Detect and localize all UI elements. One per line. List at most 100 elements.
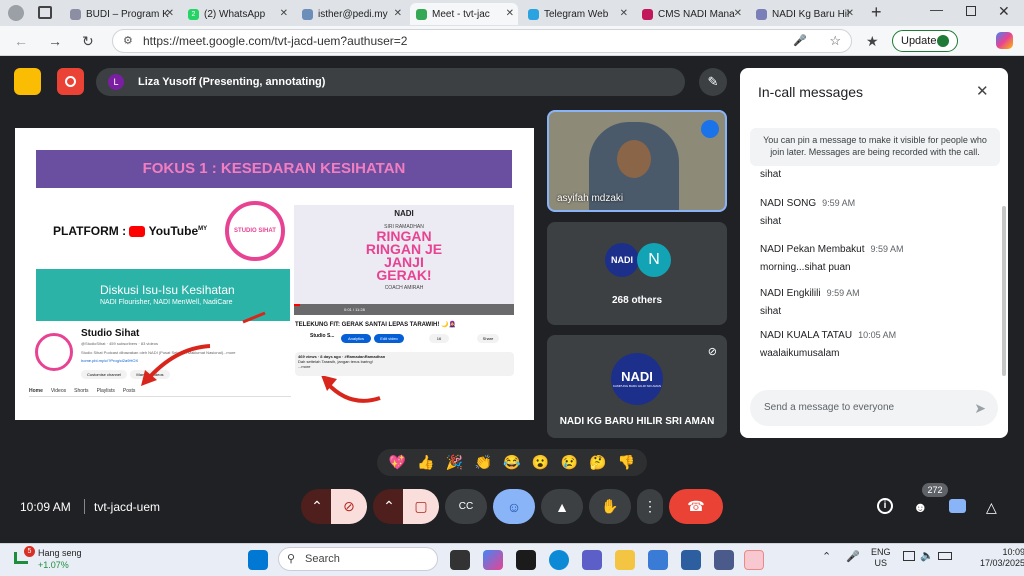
video-more: ...more (298, 364, 311, 369)
chat-icon[interactable] (949, 499, 966, 513)
tab-meet[interactable]: Meet - tvt-jac ✕ (410, 3, 518, 25)
file-explorer-icon[interactable] (615, 550, 635, 570)
edge-icon[interactable] (549, 550, 569, 570)
tab-label: Meet - tvt-jac (432, 8, 490, 20)
mic-toggle-button[interactable]: ⊘ (331, 489, 367, 524)
close-tab-icon[interactable]: ✕ (166, 8, 174, 19)
app-icon-2[interactable] (681, 550, 701, 570)
reaction-emoji[interactable]: 👏 (475, 454, 492, 471)
tray-chevron-icon[interactable]: ⌃ (822, 550, 831, 563)
participant-tile-asyifah[interactable]: asyifah mdzaki (547, 110, 727, 212)
language-indicator[interactable]: ENG US (871, 547, 891, 569)
favorites-icon[interactable]: ★ (866, 33, 879, 50)
url-bar[interactable]: ⚙ https://meet.google.com/tvt-jacd-uem?a… (112, 29, 852, 53)
close-tab-icon[interactable]: ✕ (620, 8, 628, 19)
more-options-button[interactable]: ⋮ (637, 489, 663, 524)
tab-telegram[interactable]: Telegram Web ✕ (522, 3, 632, 25)
address-toolbar: ← → ↻ ⚙ https://meet.google.com/tvt-jacd… (0, 26, 1024, 56)
captions-button[interactable]: CC (445, 489, 487, 524)
bookmark-star-icon[interactable]: ☆ (829, 30, 841, 52)
leave-call-button[interactable]: ☎ (669, 489, 723, 524)
reaction-emoji[interactable]: 👍 (417, 454, 434, 471)
end-call-icon: ☎ (687, 498, 705, 514)
people-icon[interactable]: ☻ (913, 499, 928, 515)
close-tab-icon[interactable]: ✕ (846, 8, 854, 19)
copilot-icon[interactable] (996, 32, 1013, 49)
mic-options-button[interactable]: ⌃ (301, 489, 333, 524)
tab-web[interactable]: BUDI – Program K ✕ (64, 3, 178, 25)
participant-tile-nadi-kg-baru[interactable]: ⊘ NADI KAMPUNG BARU HILIR SRI AMAN NADI … (547, 335, 727, 438)
send-icon[interactable]: ➤ (974, 390, 986, 426)
reload-icon[interactable]: ↻ (82, 33, 94, 50)
reaction-emoji[interactable]: 😮 (532, 454, 549, 471)
recording-icon[interactable] (57, 68, 84, 95)
reaction-emoji[interactable]: 🤔 (589, 454, 606, 471)
task-view-icon[interactable] (450, 550, 470, 570)
partial-message: sihat (760, 169, 782, 180)
chat-message: NADI KUALA TATAU 10:05 AM waalaikumusalam (760, 330, 896, 359)
stock-widget[interactable]: 5 Hang seng +1.07% (12, 546, 82, 572)
app-icon-1[interactable] (516, 550, 536, 570)
site-info-icon[interactable]: ⚙ (123, 30, 133, 52)
reactions-button[interactable]: ☺ (493, 489, 535, 524)
clock[interactable]: 10:09 17/03/2025 (980, 547, 1024, 569)
pin-info-box: You can pin a message to make it visible… (750, 128, 1000, 166)
chat-scrollbar[interactable] (1002, 206, 1006, 376)
annotate-button[interactable]: ✎ (699, 68, 727, 96)
reaction-emoji[interactable]: 😢 (561, 454, 578, 471)
close-tab-icon[interactable]: ✕ (734, 8, 742, 19)
reaction-emoji[interactable]: 💖 (389, 454, 406, 471)
reaction-emoji[interactable]: 😂 (503, 454, 520, 471)
tab-cms[interactable]: CMS NADI Mana ✕ (636, 3, 746, 25)
store-icon[interactable] (648, 550, 668, 570)
hand-icon: ✋ (601, 498, 619, 514)
studio-sihat-badge: STUDIO SIHAT (225, 201, 285, 261)
teams-icon[interactable] (582, 550, 602, 570)
mic-icon[interactable]: 🎤 (793, 30, 807, 52)
volume-icon[interactable]: 🔈 (920, 549, 934, 562)
app-icon-3[interactable] (744, 550, 764, 570)
forward-icon[interactable]: → (48, 33, 62, 49)
start-icon[interactable] (248, 550, 268, 570)
close-chat-button[interactable]: ✕ (976, 82, 989, 100)
camera-toggle-button[interactable]: ▢ (403, 489, 439, 524)
reaction-emoji[interactable]: 🎉 (446, 454, 463, 471)
close-tab-icon[interactable]: ✕ (280, 8, 288, 19)
present-button[interactable]: ▲ (541, 489, 583, 524)
tab-actions-icon[interactable] (38, 6, 52, 19)
message-time: 10:05 AM (858, 330, 897, 340)
taskbar-search[interactable]: ⚲ Search (278, 547, 438, 571)
badge-text: STUDIO SIHAT (234, 228, 276, 234)
participant-tile-others[interactable]: NADI N 268 others (547, 222, 727, 325)
reaction-emoji[interactable]: 👎 (618, 454, 635, 471)
raise-hand-button[interactable]: ✋ (589, 489, 631, 524)
channel-tab: Posts (122, 388, 136, 394)
analytics-button: Analytics (341, 334, 371, 343)
message-sender: NADI SONG (760, 198, 817, 209)
tray-mic-icon[interactable]: 🎤 (846, 550, 860, 563)
close-window-button[interactable]: ✕ (998, 3, 1010, 20)
restore-button[interactable] (966, 6, 976, 16)
close-tab-icon[interactable]: ✕ (506, 8, 514, 19)
meeting-info-icon[interactable]: i (877, 498, 893, 514)
tab-web[interactable]: NADI Kg Baru Hil ✕ (750, 3, 858, 25)
update-button[interactable]: Update (892, 30, 958, 52)
display-icon[interactable] (903, 551, 915, 561)
close-tab-icon[interactable]: ✕ (394, 8, 402, 19)
chat-title: In-call messages (758, 84, 864, 100)
video-thumbnail: NADI SIRI RAMADHAN RINGAN RINGAN JE JANJ… (294, 205, 514, 315)
activities-icon[interactable]: △ (986, 499, 997, 516)
tab-whatsapp[interactable]: 2 (2) WhatsApp ✕ (182, 3, 292, 25)
copilot-taskbar-icon[interactable] (483, 550, 503, 570)
channel-name: Studio Sihat (81, 328, 140, 339)
new-tab-button[interactable]: + (871, 2, 882, 23)
profile-icon[interactable] (8, 5, 24, 21)
back-icon[interactable]: ← (14, 33, 28, 49)
message-input[interactable]: Send a message to everyone ➤ (750, 390, 998, 426)
camera-off-indicator-icon[interactable] (14, 68, 41, 95)
tab-mail[interactable]: isther@pedi.my ✕ (296, 3, 406, 25)
minimize-button[interactable]: — (930, 2, 943, 17)
battery-icon[interactable] (938, 552, 952, 560)
hourglass-icon[interactable] (714, 550, 734, 570)
camera-options-button[interactable]: ⌃ (373, 489, 405, 524)
